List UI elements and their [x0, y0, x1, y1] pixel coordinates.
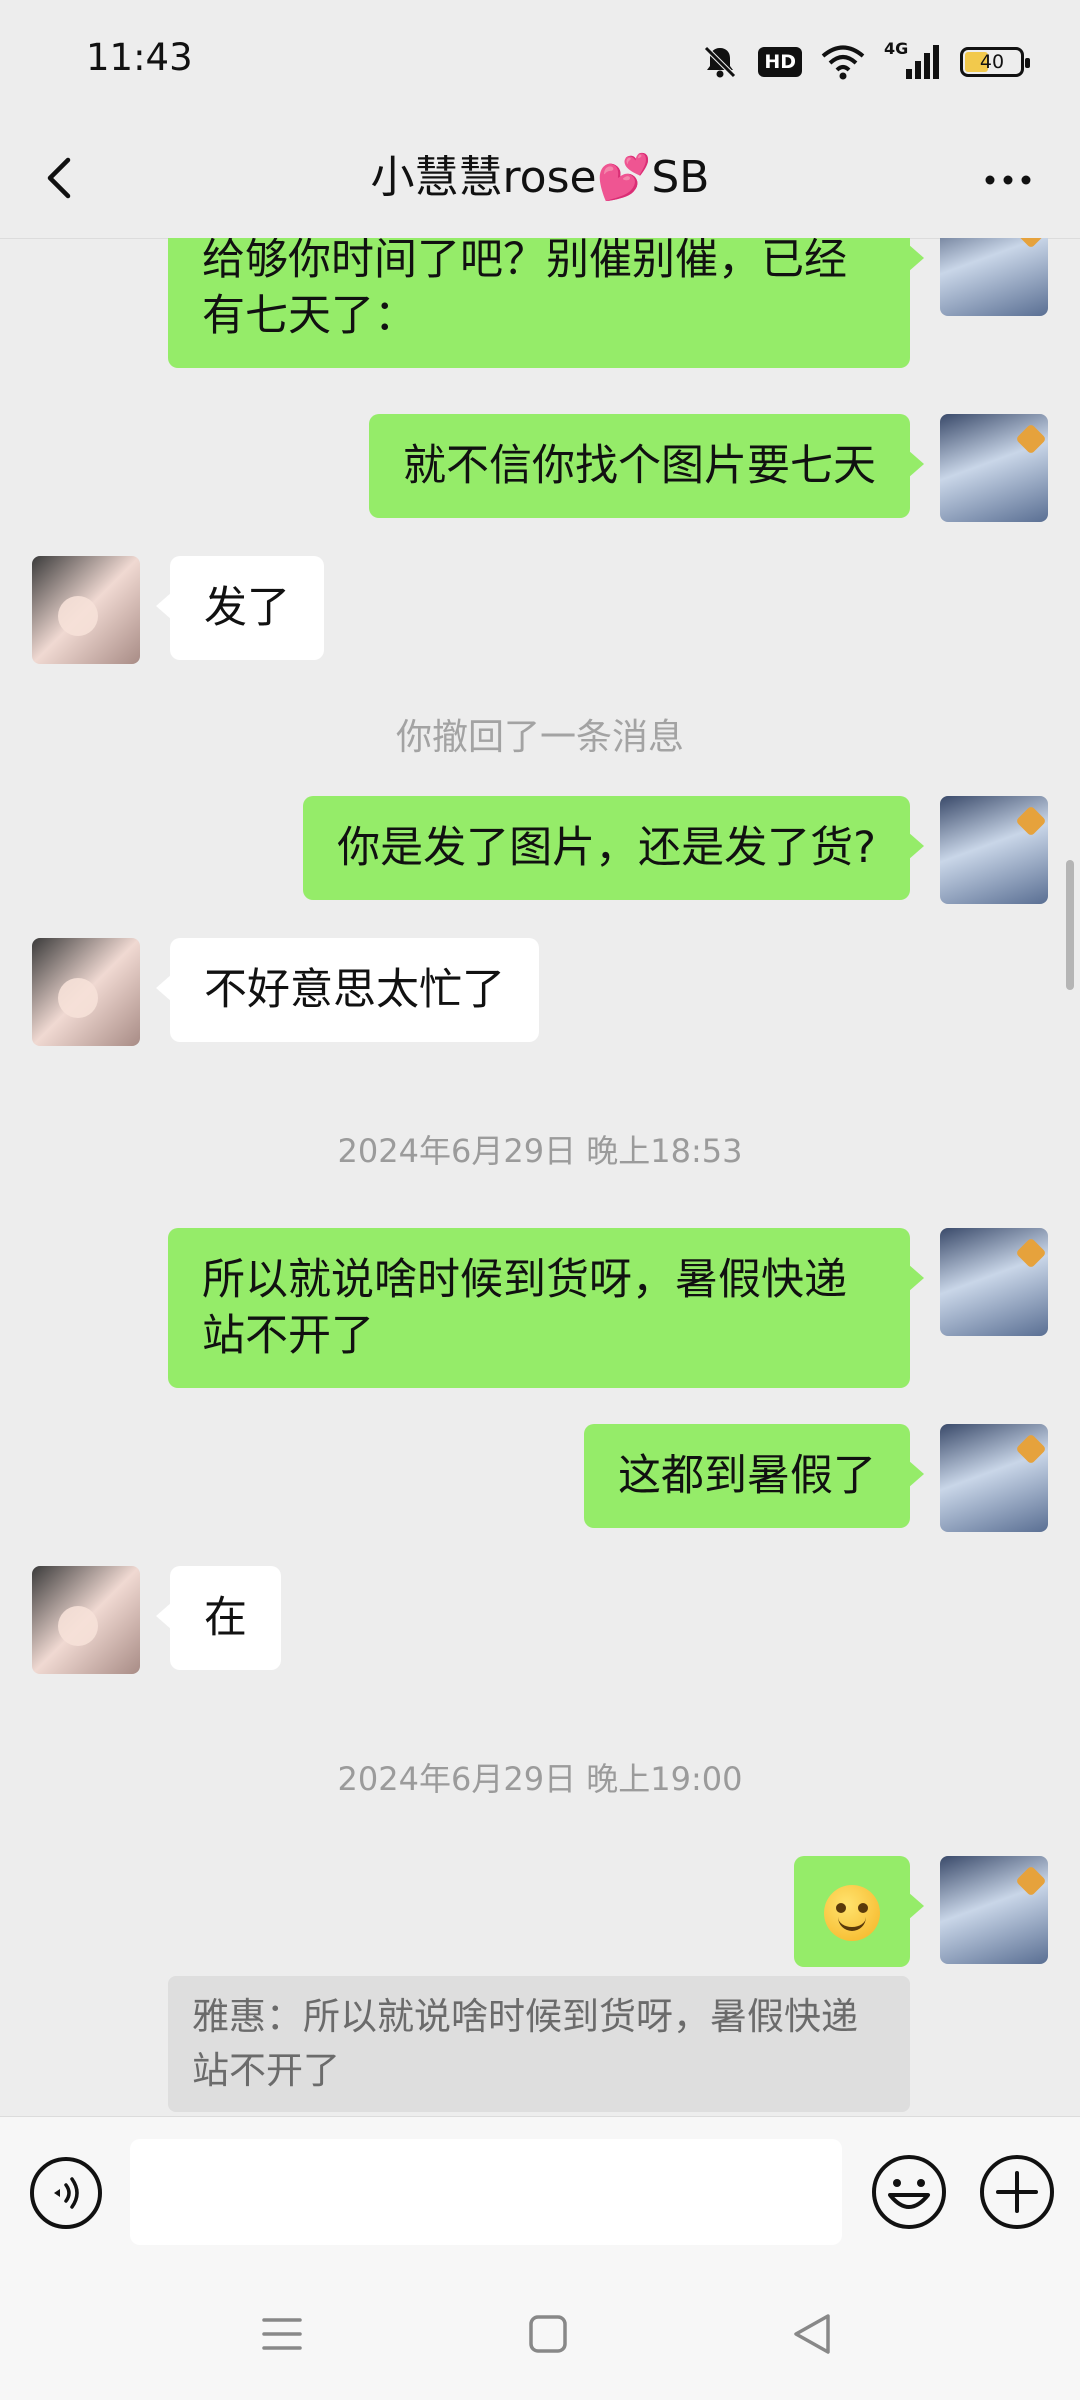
message-bubble-received[interactable]: 发了	[156, 556, 324, 660]
back-arrow-icon[interactable]	[34, 150, 90, 206]
message-bubble-received[interactable]: 在	[156, 1566, 281, 1670]
recall-notice: 你撤回了一条消息	[395, 717, 684, 758]
wifi-icon	[821, 45, 865, 80]
recent-apps-icon[interactable]	[262, 2312, 302, 2356]
status-icons: HD 4G 40	[700, 38, 1030, 86]
cellular-signal-icon: 4G	[884, 39, 942, 81]
chat-header: 小慧慧rose💕SB	[0, 120, 1080, 239]
message-list[interactable]: 给够你时间了吧？别催别催，已经有七天了： 就不信你找个图片要七天 发了 你撤回了…	[0, 238, 1080, 2116]
message-input[interactable]	[130, 2139, 842, 2245]
contact-avatar[interactable]	[32, 556, 140, 664]
contact-avatar[interactable]	[32, 1566, 140, 1674]
message-bubble-sent[interactable]: 你是发了图片，还是发了货?	[303, 796, 924, 900]
emoji-icon[interactable]	[870, 2153, 948, 2231]
quoted-message[interactable]: 雅惠：所以就说啥时候到货呀，暑假快递站不开了	[168, 1976, 910, 2112]
battery-level: 40	[979, 51, 1005, 73]
my-avatar[interactable]	[940, 414, 1048, 522]
input-bar	[0, 2116, 1080, 2277]
battery-icon: 40	[960, 47, 1030, 77]
my-avatar[interactable]	[940, 238, 1048, 316]
nav-back-icon[interactable]	[792, 2312, 832, 2356]
hd-badge: HD	[758, 47, 802, 77]
add-attachment-icon[interactable]	[978, 2153, 1056, 2231]
my-avatar[interactable]	[940, 1856, 1048, 1964]
message-bubble-sent[interactable]: 就不信你找个图片要七天	[369, 414, 924, 518]
message-bubble-sent[interactable]	[794, 1856, 924, 1967]
status-time: 11:43	[86, 36, 193, 79]
my-avatar[interactable]	[940, 796, 1048, 904]
home-icon[interactable]	[528, 2314, 568, 2354]
mute-bell-icon	[704, 46, 737, 78]
system-navigation-bar	[0, 2276, 1080, 2400]
message-bubble-sent[interactable]: 给够你时间了吧？别催别催，已经有七天了：	[168, 238, 924, 368]
timestamp: 2024年6月29日 晚上19:00	[337, 1760, 743, 1798]
smile-emoji-icon	[824, 1884, 880, 1941]
timestamp: 2024年6月29日 晚上18:53	[337, 1132, 743, 1170]
my-avatar[interactable]	[940, 1228, 1048, 1336]
scrollbar[interactable]	[1066, 860, 1074, 990]
status-bar: 11:43 HD 4G 40	[0, 0, 1080, 120]
my-avatar[interactable]	[940, 1424, 1048, 1532]
message-bubble-sent[interactable]: 这都到暑假了	[584, 1424, 924, 1528]
contact-avatar[interactable]	[32, 938, 140, 1046]
message-bubble-sent[interactable]: 所以就说啥时候到货呀，暑假快递站不开了	[168, 1228, 924, 1388]
chat-title: 小慧慧rose💕SB	[370, 152, 710, 203]
voice-input-icon[interactable]	[28, 2155, 104, 2231]
more-options-icon[interactable]	[980, 152, 1036, 208]
message-bubble-received[interactable]: 不好意思太忙了	[156, 938, 539, 1042]
